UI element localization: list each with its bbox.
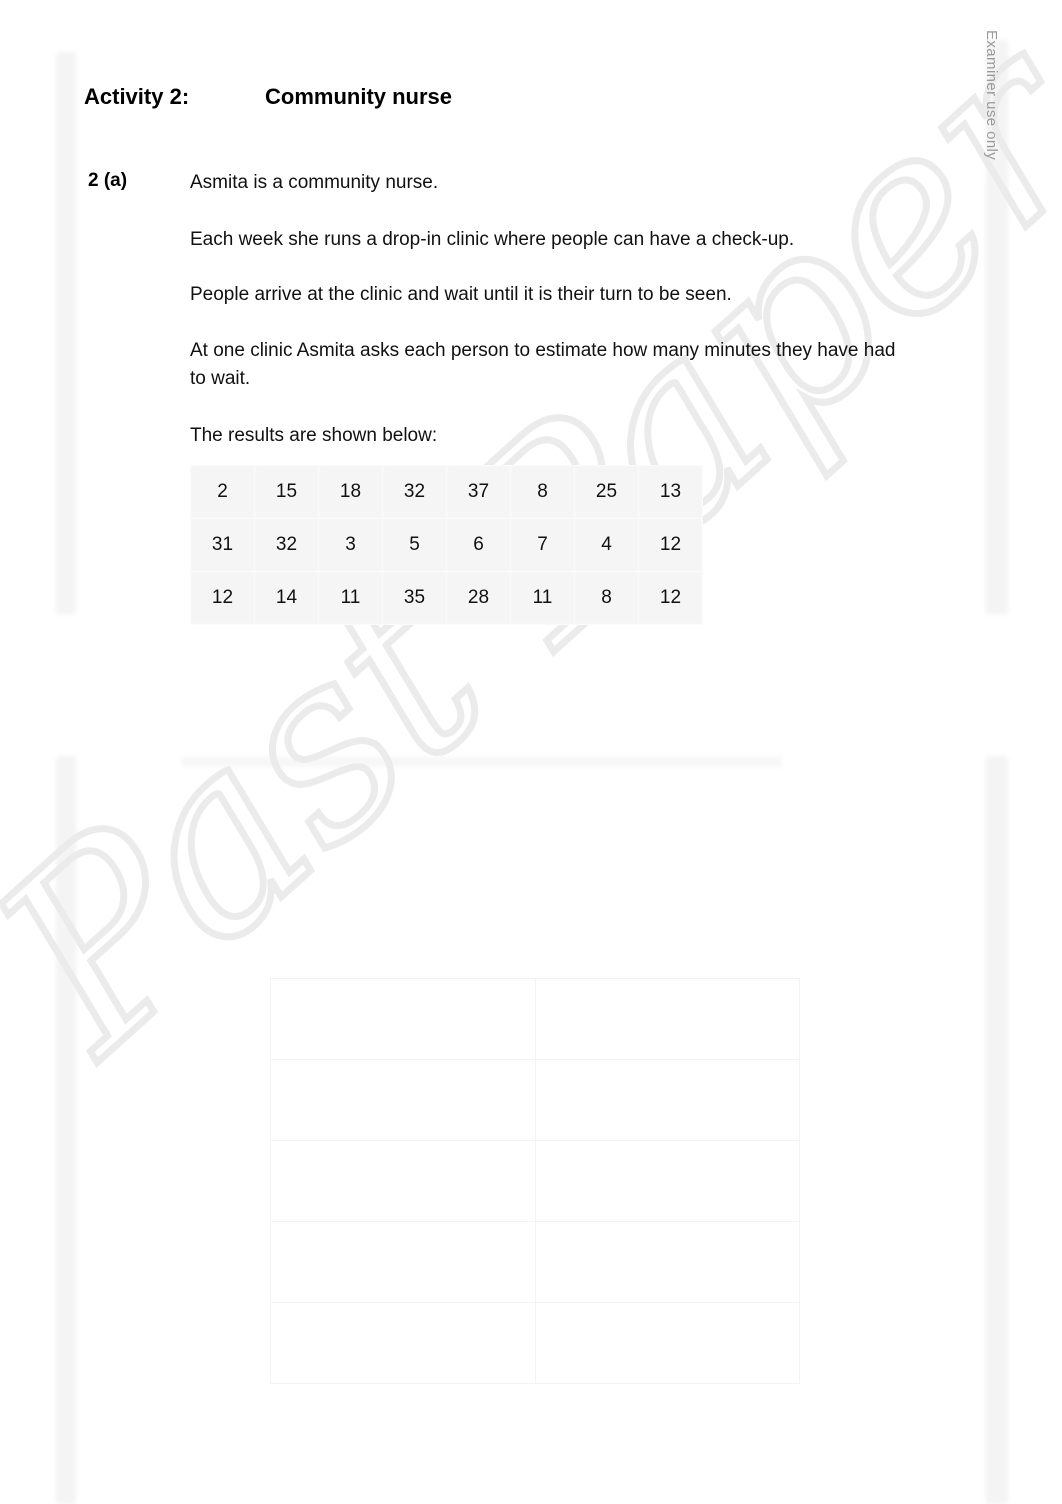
answer-cell[interactable] [270,978,536,1060]
results-cell: 31 [190,518,255,572]
results-cell: 32 [382,465,447,519]
answer-cell[interactable] [534,1140,800,1222]
activity-label: Activity 2: [84,84,190,109]
question-number: 2 (a) [88,170,128,191]
results-cell: 18 [318,465,383,519]
results-cell: 8 [574,571,639,625]
results-cell: 35 [382,571,447,625]
results-cell: 37 [446,465,511,519]
question-paragraph-2: Each week she runs a drop-in clinic wher… [190,229,795,250]
results-cell: 12 [638,518,703,572]
answer-cell[interactable] [534,1302,800,1384]
results-cell: 32 [254,518,319,572]
results-cell: 12 [638,571,703,625]
answer-cell[interactable] [270,1140,536,1222]
answer-cell[interactable] [534,1221,800,1303]
results-cell: 12 [190,571,255,625]
results-cell: 13 [638,465,703,519]
answer-cell[interactable] [534,1059,800,1141]
table-row [270,1059,800,1141]
results-cell: 4 [574,518,639,572]
results-data-table: 2 15 18 32 37 8 25 13 31 32 3 5 6 7 4 12… [190,465,703,625]
table-row [270,978,800,1060]
table-row [270,1302,800,1384]
results-cell: 7 [510,518,575,572]
results-cell: 5 [382,518,447,572]
page-title: Activity 2: Community nurse [84,84,452,110]
results-cell: 14 [254,571,319,625]
table-row [270,1221,800,1303]
table-row: 31 32 3 5 6 7 4 12 [190,518,703,572]
question-paragraph-5: The results are shown below: [190,425,438,446]
results-cell: 11 [510,571,575,625]
table-row: 2 15 18 32 37 8 25 13 [190,465,703,519]
answer-grid-table [270,978,800,1384]
results-cell: 2 [190,465,255,519]
question-paragraph-1: Asmita is a community nurse. [190,172,439,193]
answer-cell[interactable] [270,1059,536,1141]
table-row: 12 14 11 35 28 11 8 12 [190,571,703,625]
results-cell: 15 [254,465,319,519]
results-cell: 11 [318,571,383,625]
answer-cell[interactable] [534,978,800,1060]
answer-cell[interactable] [270,1221,536,1303]
examiner-use-only-label: Examiner use only [983,30,1000,161]
question-paragraph-3: People arrive at the clinic and wait unt… [190,284,732,305]
question-paragraph-4: At one clinic Asmita asks each person to… [190,340,896,389]
table-row [270,1140,800,1222]
results-cell: 25 [574,465,639,519]
answer-cell[interactable] [270,1302,536,1384]
results-cell: 3 [318,518,383,572]
results-cell: 6 [446,518,511,572]
activity-title-text: Community nurse [265,84,453,109]
results-cell: 28 [446,571,511,625]
results-cell: 8 [510,465,575,519]
